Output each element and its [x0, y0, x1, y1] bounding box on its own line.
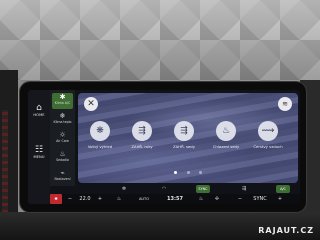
seat-left-button[interactable]: ♨	[114, 194, 124, 204]
home-icon: ⌂	[36, 103, 42, 113]
snowflake-icon: ❄	[59, 112, 66, 120]
recirculation-icon: ◠	[161, 186, 167, 192]
shortcut-seats[interactable]: ♨ Sedadla	[52, 150, 73, 166]
toggle-ac[interactable]: A/C	[276, 185, 290, 193]
climate-function-panel: ✕ ≋ ❋ Volný výhled ⇶ ZAHŘ. ruky ⇶ ZAHŘ. …	[78, 93, 298, 183]
plus-icon: +	[97, 196, 103, 202]
heat-waves-icon: ≋	[282, 100, 288, 108]
toggle-ac-max[interactable]: ❄	[118, 185, 130, 193]
rear-defrost-icon: ⇶	[241, 186, 247, 192]
fan-left-button[interactable]: ✱	[50, 194, 62, 204]
seat-heat-icon: ♨	[116, 196, 122, 202]
temp-right-plus-button[interactable]: +	[276, 194, 284, 204]
sync-label: SYNC	[198, 187, 208, 191]
steering-heat-icon: ⇶	[132, 121, 152, 141]
minus-icon: −	[237, 196, 243, 202]
climate-bar: ✱ − 22.0 + ♨ AUTO 13:57 ♨ ✢ − SYNC +	[50, 194, 300, 204]
function-label: ZAHŘ. ruky	[131, 144, 153, 149]
shortcut-label: Air Care	[56, 139, 69, 143]
shortcut-label: Sedadla	[56, 158, 69, 162]
shortcut-klima-teplo[interactable]: ❄ Klima teplo	[52, 112, 73, 128]
seat-heat-icon: ♨	[198, 196, 204, 202]
temp-left-minus-button[interactable]: −	[66, 194, 74, 204]
home-button[interactable]: ⌂ HOME	[28, 104, 50, 118]
temp-left-text: 22.0	[79, 196, 91, 202]
function-label: Chlazení sedy	[212, 144, 240, 149]
sync-text: SYNC	[253, 196, 267, 202]
function-fresh-air[interactable]: ⟿ Čerstvý vzduch	[250, 121, 286, 149]
page-dot	[186, 171, 190, 174]
air-care-icon: ☼	[59, 131, 66, 139]
sync-button[interactable]: SYNC	[248, 194, 272, 204]
clock-text: 13:57	[167, 196, 183, 202]
infotainment-screen: ⌂ HOME ☷ MENU ✱ Klima A/C ❄ Klima teplo …	[28, 90, 300, 204]
fan-icon: ✱	[54, 196, 58, 201]
page-indicator	[78, 159, 298, 178]
toggle-rear-defrost[interactable]: ⇶	[238, 185, 250, 193]
fan-right-button[interactable]: ✢	[212, 194, 222, 204]
toggle-recirculation[interactable]: ◠	[158, 185, 170, 193]
temp-left-plus-button[interactable]: +	[96, 194, 104, 204]
fresh-air-icon: ⟿	[258, 121, 278, 141]
menu-icon: ☷	[34, 145, 44, 155]
temp-right-minus-button[interactable]: −	[236, 194, 244, 204]
shortcut-label: Klima teplo	[53, 120, 72, 124]
fan-mode-label: AUTO	[138, 197, 150, 201]
menu-button[interactable]: ☷ MENU	[28, 146, 50, 160]
function-label: Volný výhled	[87, 144, 113, 149]
home-label: HOME	[33, 113, 45, 117]
shortcut-label: Nastavení	[54, 177, 71, 181]
function-seat-cooling[interactable]: ♨ Chlazení sedy	[208, 121, 244, 149]
close-icon: ✕	[87, 99, 95, 109]
minus-icon: −	[67, 196, 73, 202]
wall-shade	[0, 0, 320, 92]
watermark: RAJAUT.CZ	[258, 226, 314, 235]
snowflake-icon: ❄	[121, 186, 127, 192]
seat-cool-icon: ♨	[216, 121, 236, 141]
seat-heat-icon: ⇶	[174, 121, 194, 141]
function-label: ZAHŘ. sedy	[173, 144, 195, 149]
fan-icon: ✢	[214, 196, 220, 202]
close-button[interactable]: ✕	[84, 97, 98, 111]
photo-scene: ⌂ HOME ☷ MENU ✱ Klima A/C ❄ Klima teplo …	[0, 0, 320, 240]
page-dot	[198, 171, 202, 174]
plus-icon: +	[277, 196, 283, 202]
menu-label: MENU	[33, 155, 45, 159]
windshield-icon: ❋	[90, 121, 110, 141]
settings-icon: ⌁	[60, 169, 65, 177]
shortcut-air-care[interactable]: ☼ Air Care	[52, 131, 73, 147]
page-dot	[174, 171, 178, 174]
ac-label: A/C	[280, 187, 286, 191]
shortcut-label: Klima A/C	[54, 101, 71, 105]
shortcut-settings[interactable]: ⌁ Nastavení	[52, 169, 73, 185]
seat-right-button[interactable]: ♨	[196, 194, 206, 204]
function-heat-steering[interactable]: ⇶ ZAHŘ. ruky	[124, 121, 160, 149]
quick-toggles: ❄ ◠ SYNC ⇶ A/C	[78, 185, 298, 193]
seat-heat-icon: ♨	[59, 150, 66, 158]
function-label: Čerstvý vzduch	[253, 144, 283, 149]
climate-shortcuts: ✱ Klima A/C ❄ Klima teplo ☼ Air Care ♨ S…	[50, 90, 75, 186]
function-volny-vyhled[interactable]: ❋ Volný výhled	[82, 121, 118, 149]
function-heat-seat[interactable]: ⇶ ZAHŘ. sedy	[166, 121, 202, 149]
temp-left-value: 22.0	[76, 194, 94, 204]
clock: 13:57	[162, 194, 188, 204]
shortcut-klima-ac[interactable]: ✱ Klima A/C	[52, 93, 73, 109]
snowflake-fan-icon: ✱	[59, 93, 66, 101]
heat-button[interactable]: ≋	[278, 97, 292, 111]
left-rail: ⌂ HOME ☷ MENU	[28, 90, 50, 204]
toggle-sync[interactable]: SYNC	[196, 185, 210, 193]
fan-mode-button[interactable]: AUTO	[132, 194, 156, 204]
